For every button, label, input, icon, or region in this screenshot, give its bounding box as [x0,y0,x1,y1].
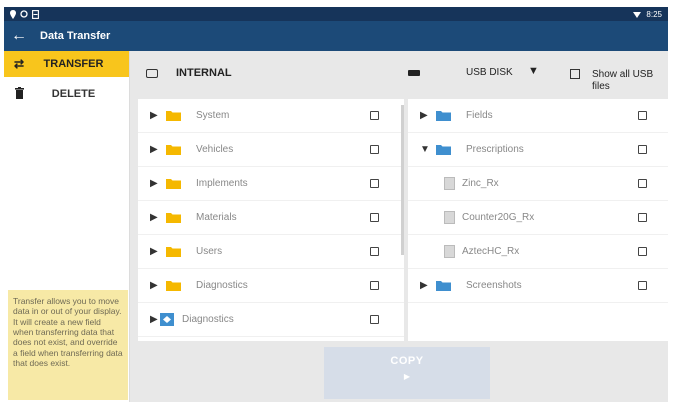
expand-icon[interactable]: ▶ [150,280,158,291]
item-label: Users [196,246,223,257]
item-label: Implements [196,178,248,189]
wifi-icon [633,11,642,18]
page-title: Data Transfer [40,30,111,42]
source-label: INTERNAL [176,67,232,79]
expand-icon[interactable]: ▶ [150,314,158,325]
transfer-panel: INTERNAL USB DISK ▼ Show all USB files ▶… [130,51,668,402]
sync-icon [20,10,28,18]
item-label: Fields [466,110,493,121]
folder-icon [166,145,181,155]
item-checkbox[interactable] [370,145,379,154]
folder-icon [436,281,451,291]
folder-icon [166,213,181,223]
destination-select[interactable]: USB DISK [466,67,513,78]
collapse-icon[interactable]: ▼ [420,144,430,155]
folder-icon [166,179,181,189]
item-checkbox[interactable] [638,213,647,222]
source-destination-header: INTERNAL USB DISK ▼ Show all USB files [130,51,668,99]
list-item[interactable]: ▶ Materials [138,201,404,235]
list-item[interactable]: ▶ System [138,99,404,133]
trash-icon [4,86,34,102]
location-icon [10,9,16,19]
folder-icon [436,145,451,155]
item-checkbox[interactable] [370,247,379,256]
transfer-info-box: Transfer allows you to move data in or o… [8,290,128,400]
scrollbar[interactable] [401,105,404,255]
item-label: Screenshots [466,280,522,291]
folder-icon [166,247,181,257]
status-icons [10,9,39,19]
list-item[interactable]: ▶ Diagnostics [138,303,404,337]
item-label: Prescriptions [466,144,524,155]
expand-icon[interactable]: ▶ [150,246,158,257]
diagnostics-app-icon [160,313,174,326]
screen: 8:25 ← Data Transfer ⇄ TRANSFER DELETE T… [0,0,676,404]
sidebar-item-delete[interactable]: DELETE [4,81,129,107]
expand-icon[interactable]: ▶ [420,280,428,291]
copy-button[interactable]: COPY ▶ [324,347,490,399]
expand-icon[interactable]: ▶ [150,144,158,155]
item-label: Materials [196,212,237,223]
file-icon [444,211,455,224]
list-item[interactable]: ▶ Fields [408,99,668,133]
item-label: Counter20G_Rx [462,212,535,223]
item-checkbox[interactable] [638,281,647,290]
play-arrow-icon: ▶ [403,372,411,381]
item-checkbox[interactable] [370,281,379,290]
item-checkbox[interactable] [638,179,647,188]
file-icon [444,245,455,258]
status-bar: 8:25 [4,7,668,21]
item-checkbox[interactable] [638,247,647,256]
expand-icon[interactable]: ▶ [420,110,428,121]
status-right: 8:25 [633,10,662,19]
item-checkbox[interactable] [638,111,647,120]
list-item[interactable]: ▶ Implements [138,167,404,201]
sidebar: ⇄ TRANSFER DELETE Transfer allows you to… [4,51,130,402]
item-checkbox[interactable] [370,111,379,120]
internal-file-list: ▶ System ▶ Vehicles ▶ Implements ▶ Mater… [138,99,404,341]
folder-icon [166,111,181,121]
file-icon [444,177,455,190]
back-arrow-icon[interactable]: ← [4,27,34,45]
list-item[interactable]: ▶ Diagnostics [138,269,404,303]
folder-icon [436,111,451,121]
item-label: System [196,110,230,121]
item-checkbox[interactable] [638,145,647,154]
caret-down-icon[interactable]: ▼ [528,65,539,77]
status-time: 8:25 [646,9,662,19]
sidebar-item-label: TRANSFER [43,58,104,70]
expand-icon[interactable]: ▶ [150,178,158,189]
sidebar-item-label: DELETE [51,88,96,100]
internal-storage-icon [146,69,158,78]
item-label: AztecHC_Rx [462,246,520,257]
list-item[interactable]: ▶ Users [138,235,404,269]
show-all-checkbox[interactable] [570,69,580,79]
list-item[interactable]: ▼ Prescriptions [408,133,668,167]
transfer-icon: ⇄ [13,57,25,71]
item-label: Vehicles [196,144,234,155]
list-item[interactable]: ▶ Vehicles [138,133,404,167]
app-bar: ← Data Transfer [4,21,668,51]
item-label: Diagnostics [182,314,234,325]
item-label: Diagnostics [196,280,248,291]
usb-icon [408,70,420,76]
folder-icon [166,281,181,291]
sidebar-item-transfer[interactable]: ⇄ TRANSFER [4,51,129,77]
item-label: Zinc_Rx [462,178,499,189]
expand-icon[interactable]: ▶ [150,212,158,223]
list-item[interactable]: AztecHC_Rx [408,235,668,269]
list-item[interactable]: Counter20G_Rx [408,201,668,235]
item-checkbox[interactable] [370,315,379,324]
item-checkbox[interactable] [370,213,379,222]
copy-button-label: COPY [390,355,424,367]
list-item[interactable]: Zinc_Rx [408,167,668,201]
item-checkbox[interactable] [370,179,379,188]
show-all-label: Show all USB files [592,69,654,92]
expand-icon[interactable]: ▶ [150,110,158,121]
list-item[interactable]: ▶ Screenshots [408,269,668,303]
usb-file-list: ▶ Fields ▼ Prescriptions Zinc_Rx Counter… [408,99,668,341]
tablet-icon [32,9,39,19]
